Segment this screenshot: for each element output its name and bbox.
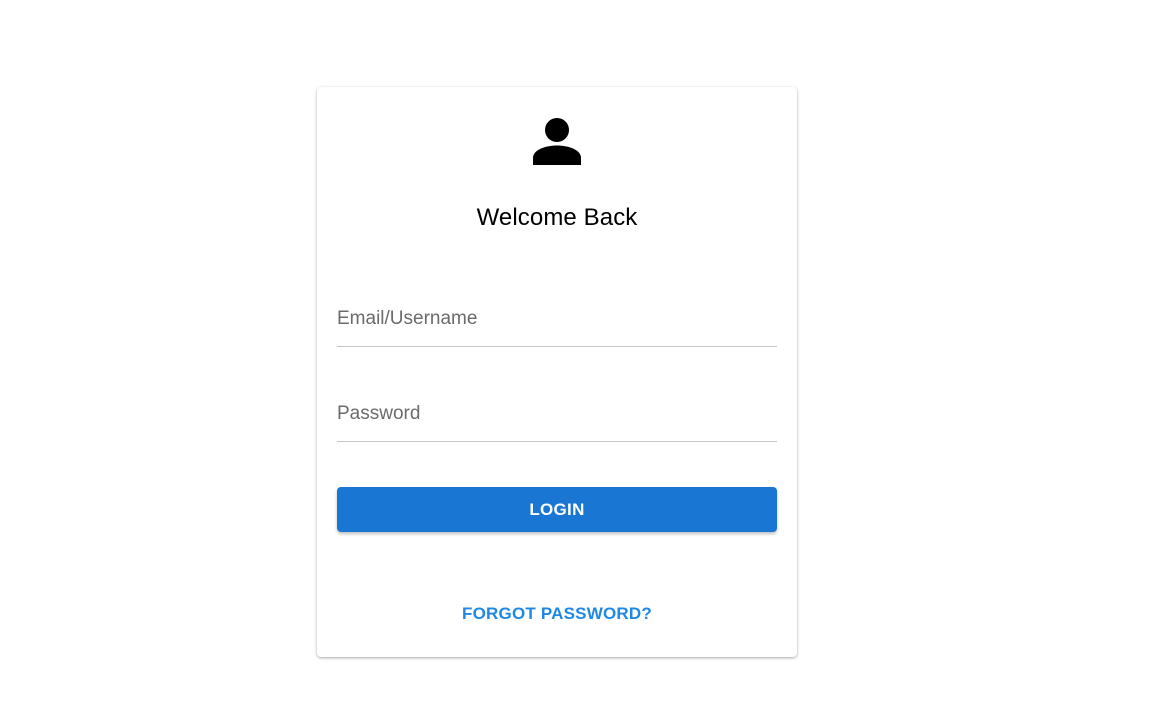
forgot-password-link[interactable]: FORGOT PASSWORD?: [317, 602, 797, 626]
password-field[interactable]: [337, 403, 777, 425]
email-field-container: [337, 286, 777, 347]
avatar: [317, 117, 797, 167]
password-field-container: [337, 381, 777, 442]
login-button[interactable]: LOGIN: [337, 487, 777, 532]
page-title: Welcome Back: [476, 204, 638, 231]
email-field[interactable]: [337, 308, 777, 330]
login-card: Welcome Back LOGIN FORGOT PASSWORD?: [317, 87, 797, 657]
person-icon: [533, 118, 581, 165]
